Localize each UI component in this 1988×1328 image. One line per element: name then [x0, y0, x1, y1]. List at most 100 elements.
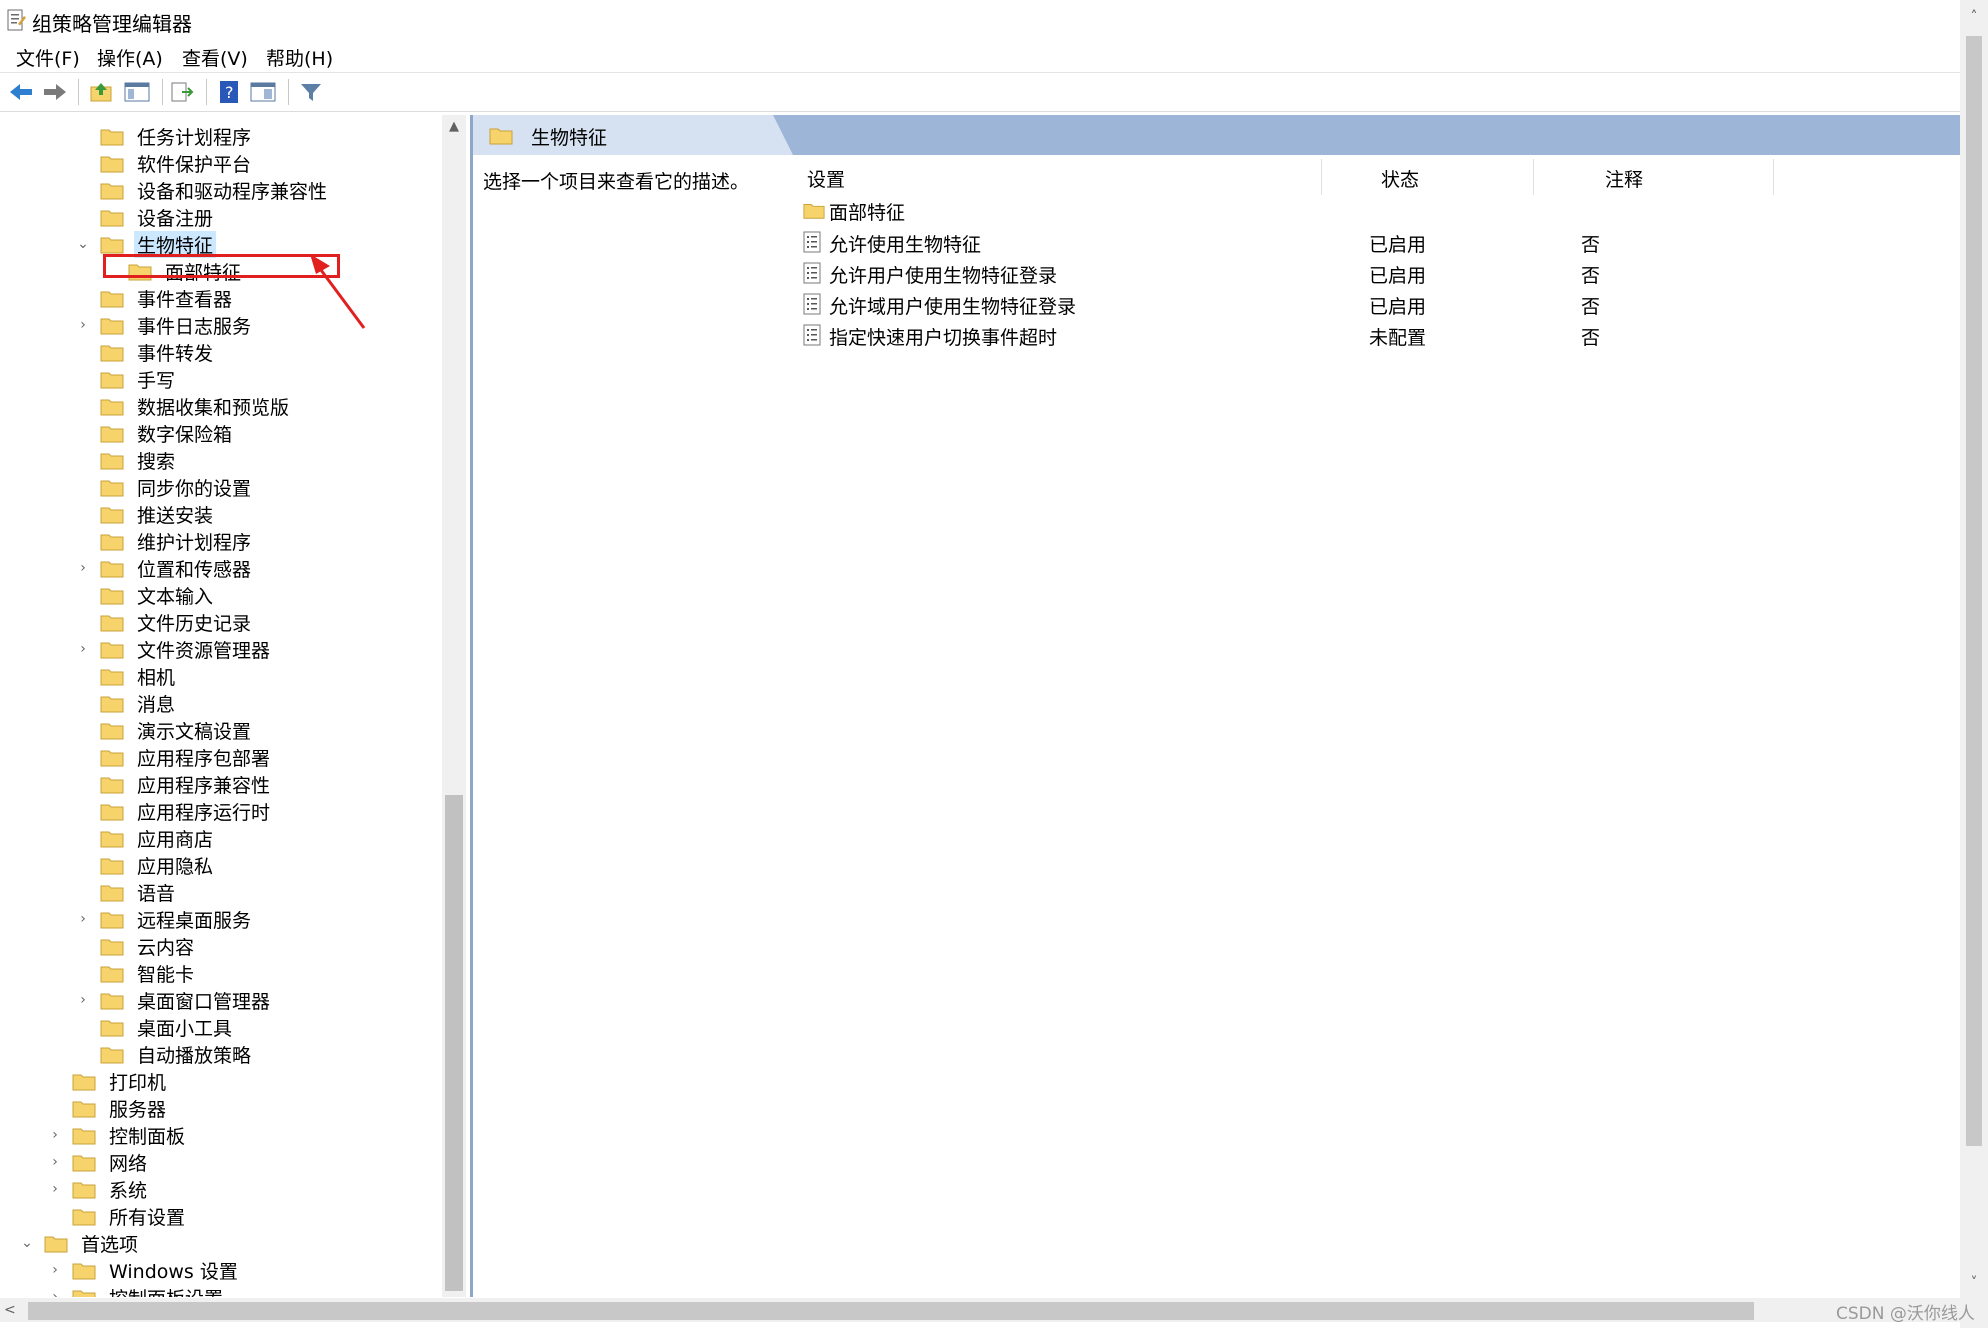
scroll-up-icon[interactable]: ˄: [1960, 4, 1988, 30]
tree-item[interactable]: 文件历史记录: [76, 609, 254, 635]
tree-item[interactable]: › 网络: [48, 1149, 150, 1175]
tree-item[interactable]: 桌面小工具: [76, 1014, 235, 1040]
tree-item[interactable]: › 位置和传感器: [76, 555, 254, 581]
details-title: 生物特征: [531, 127, 608, 149]
folder-row[interactable]: 面部特征: [803, 195, 1963, 225]
tree-item[interactable]: › 控制面板设置: [48, 1284, 226, 1297]
tree-item[interactable]: 事件查看器: [76, 285, 235, 311]
menu-help[interactable]: 帮助(H): [262, 44, 337, 71]
expand-chevron-icon[interactable]: ›: [76, 561, 90, 575]
tree-item[interactable]: 数字保险箱: [76, 420, 235, 446]
tree-item[interactable]: 任务计划程序: [76, 123, 254, 149]
tree-item-label: 文件历史记录: [137, 612, 252, 635]
tree-item[interactable]: 应用程序包部署: [76, 744, 273, 770]
collapse-chevron-icon[interactable]: ⌄: [76, 237, 90, 251]
show-hide-tree-icon[interactable]: [122, 78, 152, 106]
up-folder-icon[interactable]: [86, 78, 116, 106]
scroll-thumb[interactable]: [1966, 36, 1982, 1146]
tree-scrollbar[interactable]: ▲: [442, 115, 466, 1297]
tree-item[interactable]: 同步你的设置: [76, 474, 254, 500]
scroll-up-icon[interactable]: ▲: [442, 115, 466, 139]
tree-item[interactable]: 服务器: [48, 1095, 169, 1121]
expand-chevron-icon[interactable]: ›: [76, 912, 90, 926]
tree-item[interactable]: 搜索: [76, 447, 178, 473]
tree-item[interactable]: 手写: [76, 366, 178, 392]
scroll-thumb[interactable]: [28, 1302, 1754, 1320]
tree-item-label: 位置和传感器: [137, 558, 252, 581]
folder-icon: [803, 204, 825, 219]
tree-item-label: 网络: [109, 1152, 148, 1175]
expand-chevron-icon[interactable]: ›: [48, 1290, 62, 1297]
tree-item[interactable]: 事件转发: [76, 339, 216, 365]
tree-item[interactable]: 推送安装: [76, 501, 216, 527]
back-icon[interactable]: [6, 78, 36, 106]
help-icon[interactable]: ?: [214, 78, 244, 106]
folder-icon: [72, 1290, 96, 1297]
forward-icon[interactable]: [40, 78, 70, 106]
column-state[interactable]: 状态: [1381, 165, 1419, 192]
horizontal-scrollbar[interactable]: <: [0, 1298, 1960, 1322]
tree-item[interactable]: › 桌面窗口管理器: [76, 987, 273, 1013]
properties-icon[interactable]: [248, 78, 278, 106]
tree-item[interactable]: › 控制面板: [48, 1122, 188, 1148]
tree-item[interactable]: 软件保护平台: [76, 150, 254, 176]
setting-row[interactable]: 允许使用生物特征 已启用 否: [803, 227, 1963, 257]
tree-item-label: 任务计划程序: [137, 126, 252, 149]
tree-item[interactable]: 云内容: [76, 933, 197, 959]
tree-item[interactable]: 设备注册: [76, 204, 216, 230]
tree-item[interactable]: 所有设置: [48, 1203, 188, 1229]
folder-icon: [100, 318, 124, 335]
folder-icon: [489, 128, 513, 145]
scroll-down-icon[interactable]: ˅: [1960, 1270, 1988, 1296]
column-note[interactable]: 注释: [1605, 165, 1643, 192]
tree-item[interactable]: › 系统: [48, 1176, 150, 1202]
folder-icon: [100, 453, 124, 470]
setting-row[interactable]: 允许用户使用生物特征登录 已启用 否: [803, 258, 1963, 288]
tree-item[interactable]: › 文件资源管理器: [76, 636, 273, 662]
scroll-thumb[interactable]: [445, 795, 463, 1291]
expand-chevron-icon[interactable]: ›: [76, 993, 90, 1007]
tree-item[interactable]: 文本输入: [76, 582, 216, 608]
expand-chevron-icon[interactable]: ›: [76, 318, 90, 332]
tree-item[interactable]: 消息: [76, 690, 178, 716]
export-list-icon[interactable]: [168, 78, 198, 106]
tree-item[interactable]: 演示文稿设置: [76, 717, 254, 743]
tree-item[interactable]: › 远程桌面服务: [76, 906, 254, 932]
folder-icon: [100, 939, 124, 956]
setting-row[interactable]: 指定快速用户切换事件超时 未配置 否: [803, 320, 1963, 350]
menu-view[interactable]: 查看(V): [178, 44, 252, 71]
tree-item[interactable]: 应用隐私: [76, 852, 216, 878]
tree-item[interactable]: 应用商店: [76, 825, 216, 851]
expand-chevron-icon[interactable]: ›: [48, 1182, 62, 1196]
setting-name: 指定快速用户切换事件超时: [829, 327, 1058, 349]
tree-item[interactable]: 数据收集和预览版: [76, 393, 292, 419]
column-setting[interactable]: 设置: [807, 165, 845, 192]
tree-item[interactable]: 应用程序运行时: [76, 798, 273, 824]
menu-file[interactable]: 文件(F): [12, 44, 84, 71]
window-scrollbar[interactable]: ˄ ˅: [1960, 0, 1988, 1328]
tree-item[interactable]: 维护计划程序: [76, 528, 254, 554]
tree-item[interactable]: ⌄ 首选项: [20, 1230, 141, 1256]
setting-row[interactable]: 允许域用户使用生物特征登录 已启用 否: [803, 289, 1963, 319]
expand-chevron-icon[interactable]: ›: [48, 1263, 62, 1277]
setting-note: 否: [1581, 296, 1601, 318]
tree-item[interactable]: 自动播放策略: [76, 1041, 254, 1067]
tree-item[interactable]: 语音: [76, 879, 178, 905]
scroll-left-icon[interactable]: <: [4, 1298, 24, 1322]
expand-chevron-icon[interactable]: ›: [48, 1128, 62, 1142]
tree-item[interactable]: › 事件日志服务: [76, 312, 254, 338]
tree-item[interactable]: 智能卡: [76, 960, 197, 986]
folder-icon: [100, 561, 124, 578]
tree-item[interactable]: 打印机: [48, 1068, 169, 1094]
expand-chevron-icon[interactable]: ›: [48, 1155, 62, 1169]
tree-item[interactable]: 设备和驱动程序兼容性: [76, 177, 330, 203]
filter-icon[interactable]: [296, 78, 326, 106]
expand-chevron-icon[interactable]: ›: [76, 642, 90, 656]
tree-item[interactable]: 相机: [76, 663, 178, 689]
menu-action[interactable]: 操作(A): [93, 44, 167, 71]
collapse-chevron-icon[interactable]: ⌄: [20, 1236, 34, 1250]
tree-item[interactable]: › Windows 设置: [48, 1257, 241, 1283]
tree-item[interactable]: 应用程序兼容性: [76, 771, 273, 797]
